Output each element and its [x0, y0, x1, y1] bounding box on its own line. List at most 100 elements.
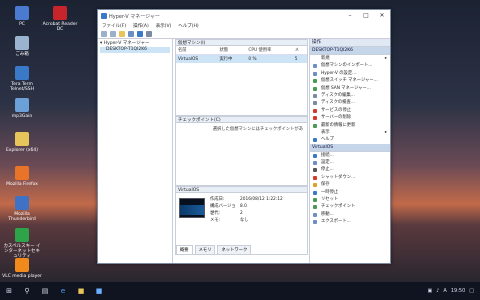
action-label: 新規 [321, 56, 330, 61]
edge-icon[interactable]: e [54, 282, 72, 300]
action-item[interactable]: 仮想マシンのインポート... [310, 62, 390, 69]
desktop-icon-label: PC [19, 22, 25, 27]
column-header[interactable]: メ [292, 46, 307, 55]
action-item[interactable]: 設定... [310, 159, 390, 166]
network-icon[interactable]: ▣ [427, 288, 432, 294]
action-item[interactable]: ディスクの検査... [310, 99, 390, 106]
action-item[interactable]: 新規 ▸ [310, 55, 390, 62]
menu-item[interactable]: 操作(A) [133, 23, 149, 29]
action-item[interactable]: サービスの停止 [310, 107, 390, 114]
desktop-icon[interactable]: PC [2, 6, 42, 27]
desktop-icon-label: Acrobat Reader DC [42, 22, 78, 32]
forward-arrow-icon[interactable] [110, 31, 116, 37]
action-label: シャットダウン... [321, 174, 356, 180]
menu-item[interactable]: 表示(V) [156, 23, 172, 29]
desktop-icon-label: Mozilla Firefox [6, 182, 38, 187]
checkpoint-panel: 選択した仮想マシンにはチェックポイントがあ [175, 123, 308, 186]
action-icon [313, 93, 317, 98]
action-item[interactable]: 最新の情報に更新 [310, 122, 390, 129]
notification-icon[interactable]: □ [469, 288, 474, 294]
desktop-icon[interactable]: Tera Term Telnet/SSH [2, 66, 42, 92]
search-icon[interactable]: ⚲ [18, 282, 36, 300]
maximize-button[interactable]: □ [358, 10, 374, 22]
details-tab[interactable]: ネットワーク [217, 245, 252, 254]
action-item[interactable]: 仮想 SAN マネージャー... [310, 85, 390, 92]
action-item[interactable]: ヘルプ [310, 136, 390, 143]
details-panel: 作成日: 2016/08/12 1:22:12 構成バージョン: 8.0 世代: 2 メモ:… [175, 193, 308, 255]
hyperv-taskbar-icon[interactable]: ■ [90, 282, 108, 300]
action-item[interactable]: 停止... [310, 166, 390, 173]
column-header[interactable]: 名前 [176, 46, 218, 55]
app-icon [15, 98, 29, 112]
action-item[interactable]: 一時停止 [310, 189, 390, 196]
action-item[interactable]: 表示 ▸ [310, 129, 390, 136]
submenu-arrow-icon: ▸ [384, 129, 387, 135]
desktop-icon[interactable]: Explorer (x64) [2, 132, 42, 153]
task-view-icon[interactable]: ▤ [36, 282, 54, 300]
back-arrow-icon[interactable] [101, 31, 107, 37]
action-item[interactable]: 保存 [310, 181, 390, 188]
tree-host[interactable]: DESKTOP-T1QI2K6 [100, 47, 170, 53]
close-button[interactable]: ✕ [374, 10, 390, 22]
tree-root-label: Hyper-V マネージャー [103, 41, 150, 46]
table-row[interactable]: VirtualOS 実行中 0 % 5 [176, 54, 307, 63]
desktop-icon[interactable]: Acrobat Reader DC [40, 6, 80, 32]
action-icon [313, 57, 317, 61]
action-item[interactable]: ディスクの編集... [310, 92, 390, 99]
help-icon[interactable] [137, 31, 143, 37]
action-icon [313, 108, 317, 113]
action-pane-icon[interactable] [146, 31, 152, 37]
action-item[interactable]: Hyper-V の設定... [310, 70, 390, 77]
desktop-icon[interactable]: ごみ箱 [2, 36, 42, 57]
desktop-icon[interactable]: Mozilla Firefox [2, 166, 42, 187]
action-icon [313, 79, 317, 84]
actions-host-header[interactable]: DESKTOP-T1QI2K6 [310, 47, 390, 55]
table-cell: 0 % [246, 54, 293, 63]
window-title: Hyper-V マネージャー [109, 13, 160, 20]
action-icon [313, 168, 317, 173]
action-item[interactable]: 仮想スイッチ マネージャー... [310, 77, 390, 84]
vm-list: 名前 状態 CPU 使用率メ VirtualOS 実行中 0 % 5 [175, 46, 308, 116]
action-label: エクスポート... [321, 219, 351, 225]
desktop-icon-label: VLC media player [2, 274, 42, 279]
action-icon [313, 130, 317, 135]
vm-table: 名前 状態 CPU 使用率メ VirtualOS 実行中 0 % 5 [176, 46, 307, 63]
start-windows-icon[interactable]: ⊞ [0, 282, 18, 300]
actions-vm-header[interactable]: VirtualOS [310, 143, 390, 152]
desktop-icon[interactable]: Mozilla Thunderbird [2, 196, 42, 222]
column-header[interactable]: CPU 使用率 [246, 46, 293, 55]
show-tree-icon[interactable] [128, 31, 134, 37]
up-folder-icon[interactable] [119, 31, 125, 37]
detail-label: 構成バージョン: [210, 204, 236, 216]
action-item[interactable]: チェックポイント [310, 203, 390, 210]
menu-item[interactable]: ファイル(F) [102, 23, 126, 29]
action-item[interactable]: 移動... [310, 211, 390, 218]
action-item[interactable]: 接続... [310, 152, 390, 159]
volume-icon[interactable]: ♪ [436, 288, 439, 294]
action-icon [313, 71, 317, 76]
action-item[interactable]: シャットダウン... [310, 174, 390, 181]
menu-item[interactable]: ヘルプ(H) [178, 23, 198, 29]
detail-value: なし [240, 218, 249, 223]
action-item[interactable]: サーバーの削除 [310, 114, 390, 121]
detail-label: 作成日: [210, 197, 225, 202]
table-cell: 実行中 [217, 54, 247, 63]
vm-actions: 接続... 設定... 停止... シャットダウン... 保存 一時停止 リセット チェックポ… [310, 152, 390, 226]
app-icon [15, 196, 29, 210]
clock[interactable]: 19:50 [451, 288, 465, 294]
minimize-button[interactable]: – [342, 10, 358, 22]
action-icon [313, 86, 317, 91]
details-tab[interactable]: 概要 [176, 245, 193, 254]
title-bar[interactable]: Hyper-V マネージャー – □ ✕ [98, 10, 390, 22]
ime-icon[interactable]: A [443, 288, 446, 294]
desktop-icon[interactable]: カスペルスキー インターネットセキュリティ [2, 228, 42, 259]
action-icon [313, 190, 317, 195]
explorer-icon[interactable]: ■ [72, 282, 90, 300]
column-header[interactable]: 状態 [217, 46, 247, 55]
details-tab[interactable]: メモリ [194, 245, 216, 254]
action-item[interactable]: リセット [310, 196, 390, 203]
desktop-icon[interactable]: VLC media player [2, 258, 42, 279]
details-title: VirtualOS [175, 186, 308, 193]
desktop-icon[interactable]: mp3Gain [2, 98, 42, 119]
action-item[interactable]: エクスポート... [310, 218, 390, 225]
